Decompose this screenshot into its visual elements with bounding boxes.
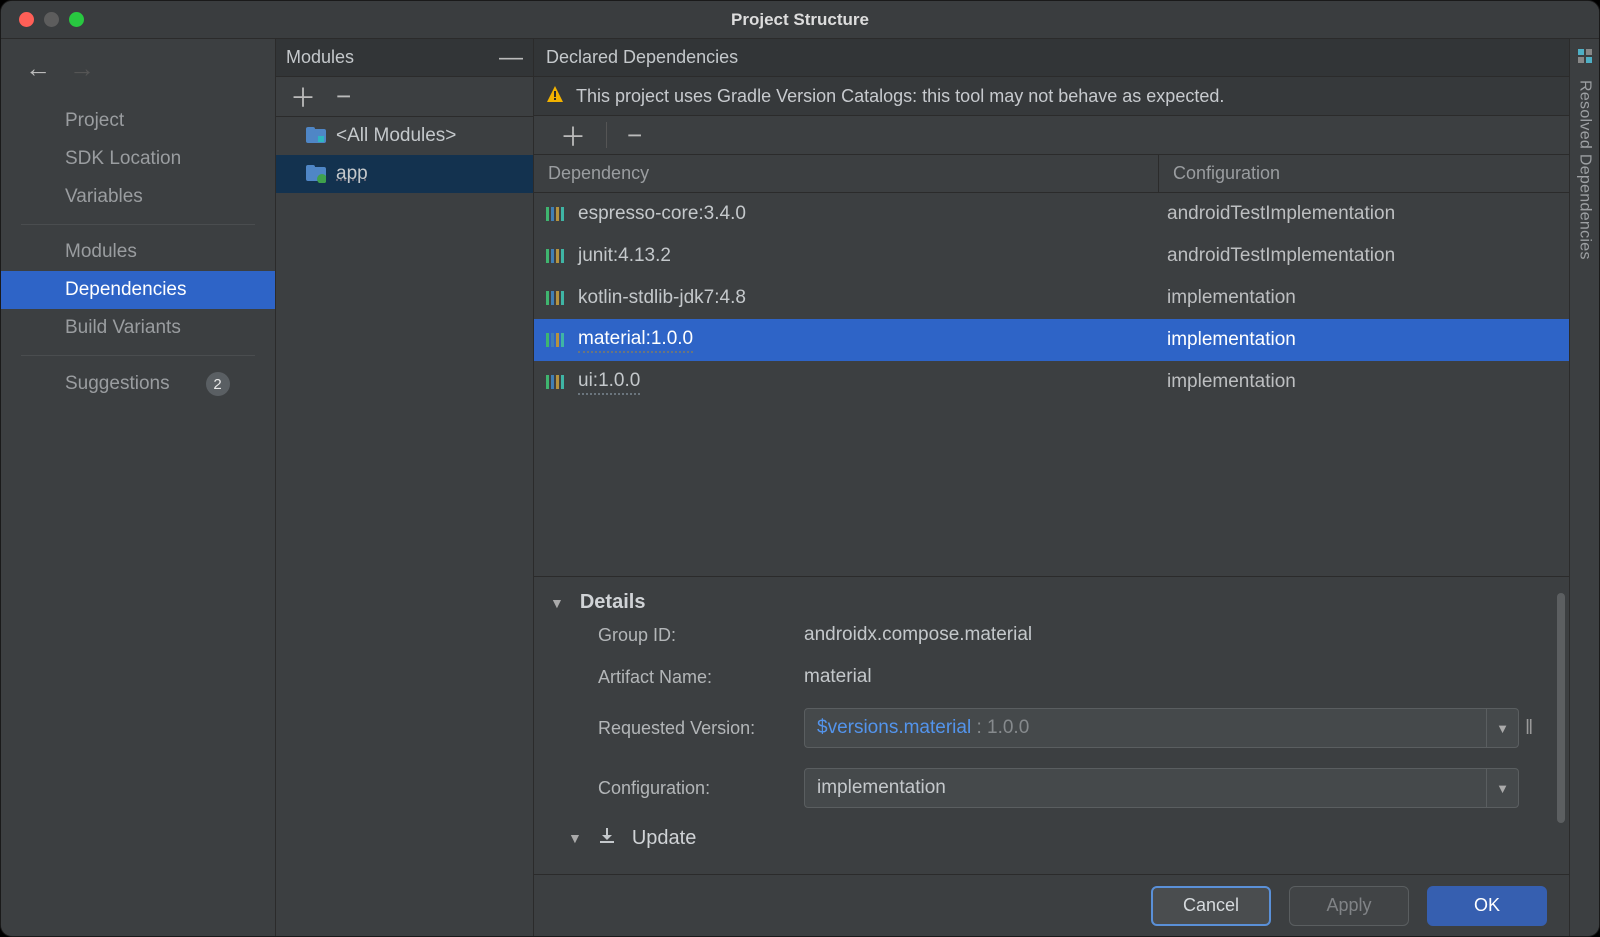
modules-panel-title: Modules [286, 47, 354, 68]
sidebar-item-dependencies[interactable]: Dependencies [1, 271, 275, 309]
sidebar-item-modules[interactable]: Modules [1, 233, 275, 271]
warning-text: This project uses Gradle Version Catalog… [576, 86, 1224, 107]
close-window-icon[interactable] [19, 12, 34, 27]
titlebar: Project Structure [1, 1, 1599, 39]
ok-button[interactable]: OK [1427, 886, 1547, 926]
sidebar-item-build-variants[interactable]: Build Variants [1, 309, 275, 347]
collapse-panel-icon[interactable]: — [499, 44, 523, 72]
dialog-title: Project Structure [1, 10, 1599, 30]
sidebar-item-variables[interactable]: Variables [1, 178, 275, 216]
remove-dependency-icon[interactable]: − [613, 120, 656, 151]
column-header-configuration[interactable]: Configuration [1159, 155, 1569, 192]
warning-icon [546, 85, 564, 108]
module-all-modules[interactable]: <All Modules> [276, 117, 533, 155]
chevron-down-icon[interactable]: ▼ [1486, 769, 1518, 807]
table-row[interactable]: ui:1.0.0 implementation [534, 361, 1569, 403]
resolved-dependencies-gutter[interactable]: Resolved Dependencies [1569, 39, 1599, 936]
declared-dependencies-panel: Declared Dependencies This project uses … [534, 39, 1569, 936]
library-icon [546, 205, 566, 223]
download-icon [598, 826, 616, 850]
chevron-down-icon[interactable]: ▼ [550, 595, 564, 611]
cancel-button[interactable]: Cancel [1151, 886, 1271, 926]
column-header-dependency[interactable]: Dependency [534, 155, 1159, 192]
warning-bar: This project uses Gradle Version Catalog… [534, 77, 1569, 115]
library-icon [546, 247, 566, 265]
resolved-dependencies-label: Resolved Dependencies [1576, 80, 1594, 260]
variable-hint-icon[interactable]: ‖ [1525, 717, 1553, 740]
resolved-dependencies-icon [1576, 47, 1594, 70]
minimize-window-icon[interactable] [44, 12, 59, 27]
apply-button: Apply [1289, 886, 1409, 926]
library-icon [546, 373, 566, 391]
project-structure-window: Project Structure ← → Project SDK Locati… [0, 0, 1600, 937]
configuration-label: Configuration: [598, 778, 798, 799]
sidebar-separator [21, 355, 255, 356]
add-module-icon[interactable]: ＋ [290, 78, 316, 115]
chevron-down-icon[interactable]: ▼ [568, 830, 582, 846]
group-id-value: androidx.compose.material [804, 624, 1519, 646]
sidebar-item-suggestions[interactable]: Suggestions 2 [1, 364, 275, 404]
chevron-down-icon[interactable]: ▼ [1486, 709, 1518, 747]
artifact-name-label: Artifact Name: [598, 667, 798, 688]
module-group-icon [306, 127, 326, 145]
add-dependency-icon[interactable]: ＋ [546, 117, 600, 154]
library-icon [546, 331, 566, 349]
dialog-footer: Cancel Apply OK [534, 874, 1569, 936]
left-sidebar: ← → Project SDK Location Variables Modul… [1, 39, 276, 936]
sidebar-item-sdk-location[interactable]: SDK Location [1, 140, 275, 178]
details-pane: ▼ Details Group ID: androidx.compose.mat… [534, 576, 1569, 874]
dependency-table: espresso-core:3.4.0 androidTestImplement… [534, 193, 1569, 403]
window-controls [19, 12, 84, 27]
table-row[interactable]: espresso-core:3.4.0 androidTestImplement… [534, 193, 1569, 235]
zoom-window-icon[interactable] [69, 12, 84, 27]
sidebar-separator [21, 224, 255, 225]
toolbar-divider [606, 122, 607, 148]
module-app[interactable]: app [276, 155, 533, 193]
sidebar-item-project[interactable]: Project [1, 102, 275, 140]
update-header: Update [632, 827, 697, 850]
requested-version-combo[interactable]: $versions.material : 1.0.0 ▼ [804, 708, 1519, 748]
artifact-name-value: material [804, 666, 1519, 688]
declared-dependencies-header: Declared Dependencies [534, 39, 1569, 77]
nav-back-icon[interactable]: ← [25, 53, 51, 84]
requested-version-label: Requested Version: [598, 718, 798, 739]
modules-panel: Modules — ＋ − <All Modules> app [276, 39, 534, 936]
details-header: Details [580, 591, 646, 614]
nav-forward-icon: → [69, 53, 95, 84]
table-row[interactable]: material:1.0.0 implementation [534, 319, 1569, 361]
module-icon [306, 165, 326, 183]
suggestions-count-badge: 2 [206, 372, 230, 396]
scrollbar[interactable] [1557, 593, 1565, 823]
group-id-label: Group ID: [598, 625, 798, 646]
table-row[interactable]: junit:4.13.2 androidTestImplementation [534, 235, 1569, 277]
configuration-combo[interactable]: implementation ▼ [804, 768, 1519, 808]
remove-module-icon[interactable]: − [336, 81, 351, 112]
library-icon [546, 289, 566, 307]
table-row[interactable]: kotlin-stdlib-jdk7:4.8 implementation [534, 277, 1569, 319]
